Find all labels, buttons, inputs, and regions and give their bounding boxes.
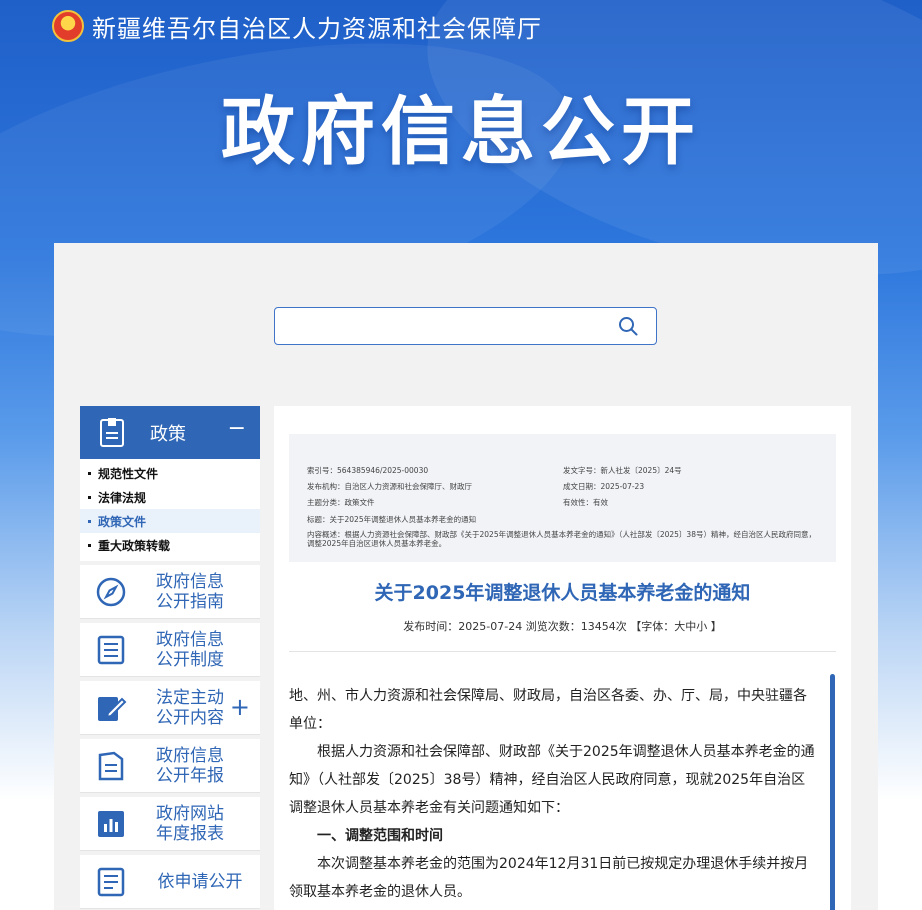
- edit-icon: [98, 696, 127, 721]
- article-paragraph: 根据人力资源和社会保障部、财政部《关于2025年调整退休人员基本养老金的通知》（…: [289, 744, 815, 816]
- article-paragraph: 本次调整基本养老金的范围为2024年12月31日前已按规定办理退休手续并按月领取…: [289, 856, 809, 900]
- org-name[interactable]: 新疆维吾尔自治区人力资源和社会保障厅: [92, 9, 542, 44]
- sidebar: 政策 − 规范性文件 法律法规 政策文件 重大政策转载 政府信息公开指南 政府信…: [80, 406, 260, 909]
- policy-document-icon: [100, 417, 124, 447]
- meta-title: 标题：关于2025年调整退休人员基本养老金的通知: [307, 515, 477, 524]
- compass-icon: [96, 577, 126, 606]
- meta-date-made: 成文日期：2025-07-23: [563, 482, 645, 491]
- sidebar-nav-system[interactable]: 政府信息公开制度: [80, 623, 260, 677]
- publish-info[interactable]: 发布时间：2025-07-24 浏览次数：13454次 【字体：大中小 】: [274, 618, 851, 634]
- banner-title: 政府信息公开: [221, 89, 701, 175]
- nav-label: 政府信息公开制度: [156, 629, 224, 670]
- nav-label: 依申请公开: [157, 871, 243, 892]
- chart-icon: [98, 810, 124, 837]
- document-meta-box: 索引号：564385946/2025-00030 发文字号：新人社发〔2025〕…: [289, 434, 836, 562]
- search-icon[interactable]: [618, 316, 638, 336]
- meta-issuer: 发布机构：自治区人力资源和社会保障厅、财政厅: [307, 482, 472, 491]
- meta-index-no: 索引号：564385946/2025-00030: [307, 466, 429, 475]
- sidebar-nav-website-report[interactable]: 政府网站年度报表: [80, 797, 260, 851]
- main-panel: 政策 − 规范性文件 法律法规 政策文件 重大政策转载 政府信息公开指南 政府信…: [54, 243, 878, 910]
- expand-plus-icon[interactable]: +: [230, 693, 250, 721]
- sidebar-nav-statutory[interactable]: 法定主动公开内容 +: [80, 681, 260, 735]
- article-paragraph: 地、州、市人力资源和社会保障局、财政局，自治区各委、办、厅、局，中央驻疆各单位：: [289, 688, 807, 732]
- nav-label: 政府信息公开指南: [156, 571, 224, 612]
- sidebar-nav-guide[interactable]: 政府信息公开指南: [80, 565, 260, 619]
- sidebar-nav-application[interactable]: 依申请公开: [80, 855, 260, 909]
- sidebar-sub-item-major-policy[interactable]: 重大政策转载: [80, 533, 260, 557]
- article-title: 关于2025年调整退休人员基本养老金的通知: [374, 582, 751, 604]
- article-section-heading: 一、调整范围和时间: [317, 828, 443, 844]
- search-box: [274, 307, 657, 345]
- meta-doc-no: 发文字号：新人社发〔2025〕24号: [563, 466, 682, 475]
- nav-label: 法定主动公开内容: [156, 687, 224, 728]
- list-icon: [97, 635, 125, 664]
- meta-topic: 主题分类：政策文件: [307, 498, 375, 507]
- scrollbar[interactable]: [830, 674, 835, 910]
- collapse-icon[interactable]: −: [228, 416, 246, 441]
- book-icon: [98, 751, 124, 780]
- meta-validity: 有效性：有效: [563, 498, 608, 507]
- sidebar-sub-item-normative[interactable]: 规范性文件: [80, 461, 260, 485]
- sidebar-category-label: 政策: [150, 423, 186, 445]
- nav-label: 政府网站年度报表: [156, 803, 224, 844]
- sidebar-sub-item-laws[interactable]: 法律法规: [80, 485, 260, 509]
- sidebar-category-policy[interactable]: 政策 −: [80, 406, 260, 459]
- site-header: ★ 新疆维吾尔自治区人力资源和社会保障厅: [52, 8, 542, 44]
- sidebar-nav-annual-report[interactable]: 政府信息公开年报: [80, 739, 260, 793]
- document-icon: [97, 867, 125, 896]
- divider: [289, 651, 836, 652]
- sidebar-sub-list: 规范性文件 法律法规 政策文件 重大政策转载: [80, 459, 260, 561]
- meta-summary: 内容概述：根据人力资源社会保障部、财政部《关于2025年调整退休人员基本养老金的…: [307, 530, 816, 548]
- national-emblem-icon: ★: [52, 10, 84, 42]
- nav-label: 政府信息公开年报: [156, 745, 224, 786]
- article-body: 地、州、市人力资源和社会保障局、财政局，自治区各委、办、厅、局，中央驻疆各单位：…: [289, 682, 819, 906]
- sidebar-sub-item-policy-docs[interactable]: 政策文件: [80, 509, 260, 533]
- search-input[interactable]: [285, 308, 605, 342]
- article-content: 索引号：564385946/2025-00030 发文字号：新人社发〔2025〕…: [274, 406, 851, 910]
